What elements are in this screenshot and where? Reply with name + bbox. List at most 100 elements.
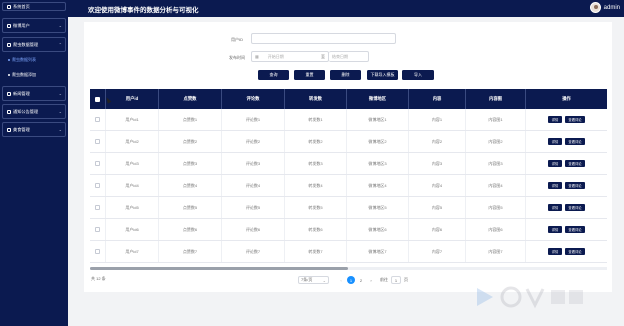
- chevron-down-icon: ⌄: [58, 23, 62, 28]
- detail-button[interactable]: 详情: [548, 204, 562, 211]
- bullet-icon: [8, 74, 10, 76]
- row-checkbox[interactable]: [95, 139, 100, 144]
- view-comments-button[interactable]: 查看评论: [565, 116, 585, 123]
- import-button[interactable]: 导入: [402, 70, 434, 80]
- query-button[interactable]: 查询: [258, 70, 289, 80]
- cell-content: 内容1: [409, 109, 466, 130]
- goto-label: 前往: [380, 277, 388, 282]
- scrollbar-thumb[interactable]: [90, 267, 348, 270]
- cell-comments: 评论数6: [222, 219, 285, 240]
- cell-region: 微博地区3: [347, 153, 409, 174]
- next-page-button[interactable]: ›: [367, 276, 375, 284]
- detail-button[interactable]: 详情: [548, 160, 562, 167]
- top-bar: 欢迎使用微博事件的数据分析与可视化 admin: [0, 0, 624, 17]
- cell-reposts: 转发数1: [285, 109, 347, 130]
- sidebar-item-weibo-users[interactable]: 微博用户 ⌄: [2, 18, 66, 33]
- delete-button[interactable]: 删除: [330, 70, 361, 80]
- table-row: 用户id5 点赞数5 评论数5 转发数5 微博地区5 内容5 内容图5 详情 查…: [90, 197, 607, 219]
- sidebar-item-label: 爬虫数据列表: [12, 57, 36, 62]
- column-header[interactable]: 内容: [409, 89, 466, 109]
- cell-region: 微博地区4: [347, 175, 409, 196]
- row-checkbox[interactable]: [95, 183, 100, 188]
- sidebar-item-food[interactable]: 美食管理 ⌄: [2, 122, 66, 137]
- cell-user-id: 用户id7: [106, 241, 159, 262]
- cell-likes: 点赞数5: [159, 197, 222, 218]
- date-label: 发布时间: [229, 55, 245, 60]
- sidebar-item-home[interactable]: 系统首页: [2, 2, 66, 11]
- sidebar-item-label: 微博用户: [13, 22, 30, 28]
- news-icon: [7, 91, 11, 96]
- detail-button[interactable]: 详情: [548, 248, 562, 255]
- cell-comments: 评论数4: [222, 175, 285, 196]
- sidebar-item-label: 爬虫数据添加: [12, 72, 36, 77]
- goto-unit: 页: [404, 277, 408, 282]
- detail-button[interactable]: 详情: [548, 138, 562, 145]
- cell-comments: 评论数5: [222, 197, 285, 218]
- detail-button[interactable]: 详情: [548, 182, 562, 189]
- view-comments-button[interactable]: 查看评论: [565, 182, 585, 189]
- watermark-logo: [473, 282, 593, 312]
- page-number[interactable]: 1: [347, 276, 355, 284]
- prev-page-button[interactable]: ‹: [337, 276, 345, 284]
- user-id-input[interactable]: [251, 33, 396, 44]
- row-checkbox[interactable]: [95, 161, 100, 166]
- page-size-value: 7条/页: [301, 277, 313, 282]
- detail-button[interactable]: 详情: [548, 116, 562, 123]
- sidebar-item-crawler-data[interactable]: 爬虫数据管理 ⌃: [2, 37, 66, 52]
- chevron-up-icon: ⌃: [58, 42, 62, 47]
- bell-icon: [7, 109, 11, 114]
- cell-content-image: 内容图7: [466, 241, 526, 262]
- sidebar-item-crawler-list[interactable]: 爬虫数据列表: [8, 57, 36, 63]
- cell-comments: 评论数7: [222, 241, 285, 262]
- view-comments-button[interactable]: 查看评论: [565, 248, 585, 255]
- goto-page-input[interactable]: 1: [391, 276, 401, 284]
- page-size-select[interactable]: 7条/页 ⌄: [298, 276, 329, 284]
- cell-content-image: 内容图2: [466, 131, 526, 152]
- horizontal-scrollbar[interactable]: [90, 267, 607, 270]
- user-menu[interactable]: admin: [589, 2, 620, 13]
- table-header: 用户id 点赞数 评论数 转发数 微博地区 内容 内容图 操作: [90, 89, 607, 109]
- detail-button[interactable]: 详情: [548, 226, 562, 233]
- column-header[interactable]: 内容图: [466, 89, 526, 109]
- cell-content-image: 内容图3: [466, 153, 526, 174]
- table-row: 用户id4 点赞数4 评论数4 转发数4 微博地区4 内容4 内容图4 详情 查…: [90, 175, 607, 197]
- cell-region: 微博地区6: [347, 219, 409, 240]
- column-header[interactable]: 用户id: [106, 89, 159, 109]
- row-checkbox[interactable]: [95, 227, 100, 232]
- avatar[interactable]: [589, 2, 601, 13]
- cell-region: 微博地区1: [347, 109, 409, 130]
- row-checkbox[interactable]: [95, 205, 100, 210]
- food-icon: [7, 127, 11, 132]
- cell-reposts: 转发数3: [285, 153, 347, 174]
- chevron-down-icon: ⌄: [58, 109, 62, 114]
- table-row: 用户id2 点赞数2 评论数2 转发数2 微博地区2 内容2 内容图2 详情 查…: [90, 131, 607, 153]
- cell-comments: 评论数1: [222, 109, 285, 130]
- cell-content: 内容7: [409, 241, 466, 262]
- cell-content: 内容3: [409, 153, 466, 174]
- row-checkbox[interactable]: [95, 249, 100, 254]
- column-header[interactable]: 微博地区: [347, 89, 409, 109]
- cell-user-id: 用户id6: [106, 219, 159, 240]
- view-comments-button[interactable]: 查看评论: [565, 204, 585, 211]
- view-comments-button[interactable]: 查看评论: [565, 138, 585, 145]
- column-header[interactable]: 评论数: [222, 89, 285, 109]
- cell-content: 内容6: [409, 219, 466, 240]
- row-checkbox[interactable]: [95, 117, 100, 122]
- cell-reposts: 转发数7: [285, 241, 347, 262]
- sidebar-item-news[interactable]: 新闻管理 ⌄: [2, 86, 66, 101]
- sidebar-item-crawler-add[interactable]: 爬虫数据添加: [8, 72, 36, 78]
- download-template-button[interactable]: 下载导入模板: [367, 70, 398, 80]
- date-range-picker[interactable]: ▦ 开始日期 至: [251, 51, 329, 62]
- sidebar-item-announcements[interactable]: 通知公告管理 ⌄: [2, 104, 66, 119]
- select-all-checkbox[interactable]: [95, 96, 100, 102]
- username[interactable]: admin: [604, 5, 620, 11]
- column-header[interactable]: 转发数: [285, 89, 347, 109]
- end-date-input[interactable]: 结束日期: [329, 51, 369, 62]
- cell-user-id: 用户id5: [106, 197, 159, 218]
- cell-reposts: 转发数5: [285, 197, 347, 218]
- page-number[interactable]: 2: [357, 276, 365, 284]
- view-comments-button[interactable]: 查看评论: [565, 226, 585, 233]
- reset-button[interactable]: 重置: [294, 70, 325, 80]
- view-comments-button[interactable]: 查看评论: [565, 160, 585, 167]
- column-header[interactable]: 点赞数: [159, 89, 222, 109]
